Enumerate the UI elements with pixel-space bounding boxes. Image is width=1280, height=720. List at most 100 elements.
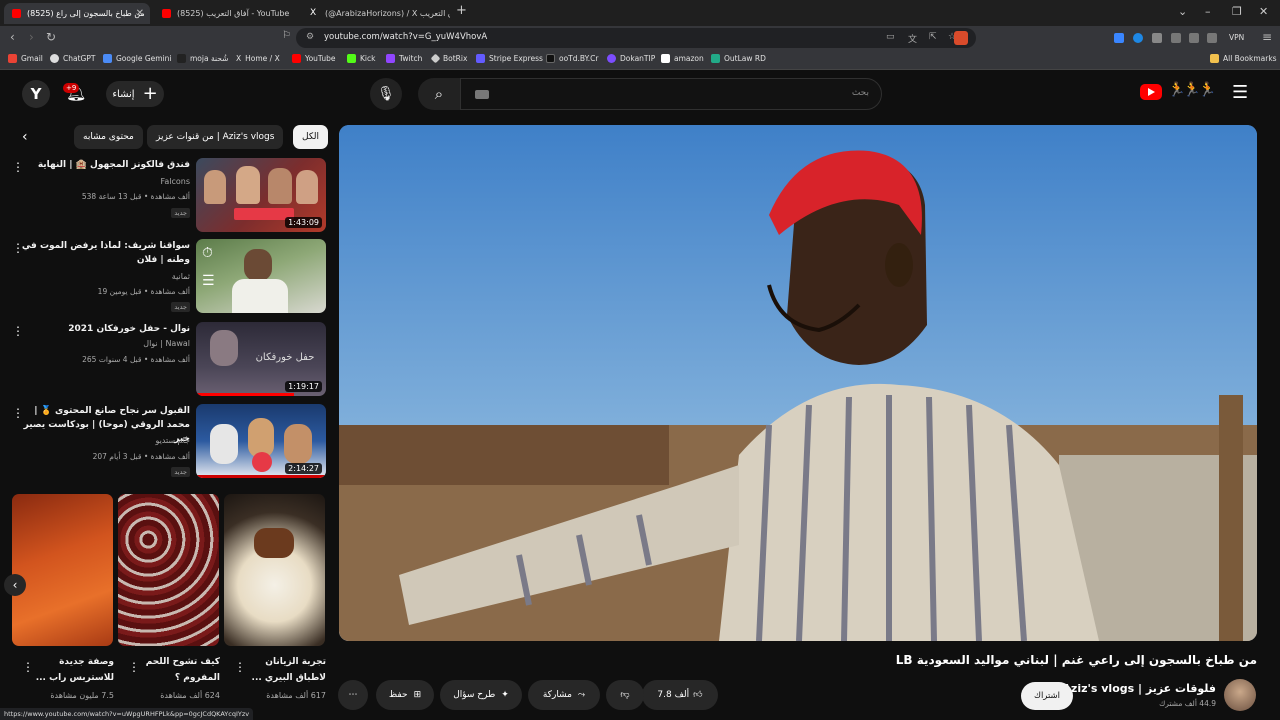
url-omnibox[interactable]: ⚙ youtube.com/watch?v=G_yuW4VhovA ▭ 文 ⇱ … [296,28,976,48]
youtube-favicon-icon [12,9,21,18]
botrix-icon [430,53,441,64]
translate-icon[interactable]: 文 [908,32,917,45]
bookmark-moja[interactable]: moja شُحنة [177,54,228,63]
bookmark-outlaw[interactable]: OutLaw RD [711,54,766,63]
chip-from-channel[interactable]: من قنوات عزيز | Aziz's vlogs [147,125,284,149]
bookmark-botrix[interactable]: BotRix [430,53,467,64]
url-text[interactable]: youtube.com/watch?v=G_yuW4VhovA [324,32,487,42]
extension-icon[interactable] [1133,33,1143,43]
dislike-button[interactable]: 👎︎ [606,680,644,710]
tab-search-icon[interactable]: ⌄ [1178,5,1187,18]
more-actions-icon[interactable]: ⋮ [12,160,24,174]
media-icon[interactable] [1171,33,1181,43]
guide-menu-icon[interactable]: ☰ [1232,82,1248,103]
bookmark-gemini[interactable]: Google Gemini [103,54,172,63]
forward-icon[interactable]: › [29,30,34,44]
channel-name[interactable]: نوال | Nawal [143,339,190,348]
extension-icon[interactable] [1114,33,1124,43]
bookmark-chatgpt[interactable]: ChatGPT [50,54,95,63]
more-actions-icon[interactable]: ⋮ [12,406,24,420]
video-meta: 19 ألف مشاهدة • قبل يومين [97,287,190,296]
more-actions-icon[interactable]: ⋮ [12,324,24,338]
video-thumbnail[interactable]: 2:14:27 [196,404,326,478]
all-bookmarks-button[interactable]: All Bookmarks [1210,54,1277,63]
reload-icon[interactable]: ↻ [46,30,56,44]
close-tab-icon[interactable]: ✕ [136,8,144,19]
account-avatar[interactable]: Y [22,80,50,108]
bookmark-dokantip[interactable]: DokanTIP [607,54,655,63]
video-thumbnail[interactable]: ⏱ ☰ [196,239,326,313]
save-button[interactable]: حفظ ⊞ [376,680,434,710]
new-tab-button[interactable]: + [456,3,467,18]
video-title[interactable]: سواقنا شريف: لماذا يرفض الموت في وطنه | … [20,239,190,267]
ask-button[interactable]: طرح سؤال ✦ [440,680,522,710]
more-actions-icon[interactable]: ⋮ [234,660,246,674]
video-player[interactable] [339,125,1257,641]
shorts-scroll-left-icon[interactable]: ‹ [4,574,26,596]
share-icon[interactable]: ⇱ [929,32,937,42]
bookmark-stripe[interactable]: Stripe Express [476,54,543,63]
short-thumbnail[interactable] [118,494,219,646]
keyboard-icon[interactable] [475,90,489,99]
channel-name[interactable]: Falcons [160,177,190,186]
youtube-doodle-icon[interactable]: 🏃🏃🏃 [1168,82,1216,98]
short-thumbnail[interactable] [224,494,325,646]
video-title[interactable]: فندق فالكونز المجهول 🏨 | النهاية [20,158,190,172]
brave-shield-icon[interactable] [954,31,968,45]
tab-arabiza-youtube[interactable]: (8525) آفاق التعريب - YouTube [154,3,300,24]
channel-name[interactable]: جام ستديو [155,436,190,445]
list-item[interactable]: 1:43:09 فندق فالكونز المجهول 🏨 | النهاية… [10,158,328,234]
more-actions-button[interactable]: ⋯ [338,680,368,710]
channel-avatar[interactable] [1224,679,1256,711]
chip-related[interactable]: محتوى مشابه [74,125,143,149]
channel-name[interactable]: ثمانية [172,272,190,281]
close-window-icon[interactable]: ✕ [1259,5,1268,18]
create-button[interactable]: إنشاء + [106,81,164,107]
video-thumbnail[interactable]: حفل خورفكان 1:19:17 [196,322,326,396]
list-item[interactable]: 2:14:27 القبول سر نجاح صانع المحتوى 🏅 | … [10,404,328,480]
wallet-icon[interactable] [1207,33,1217,43]
short-title[interactable]: تجربة الزيانان لاطباق البيري ... [236,654,326,686]
search-input[interactable]: بحث [460,78,882,110]
youtube-logo-icon[interactable] [1140,84,1162,100]
minimize-icon[interactable]: – [1205,5,1211,18]
more-actions-icon[interactable]: ⋮ [22,660,34,674]
maximize-icon[interactable]: ❐ [1232,5,1242,18]
add-to-queue-icon[interactable]: ☰ [202,273,215,289]
list-item[interactable]: ⏱ ☰ سواقنا شريف: لماذا يرفض الموت في وطن… [10,239,328,315]
tab-current-video[interactable]: (8525) من طباخ بالسجون إلى راع ✕ [4,3,150,24]
subscribe-button[interactable]: اشتراك [1021,682,1073,710]
chip-all[interactable]: الكل [293,125,329,149]
bookmark-x-home[interactable]: X Home / X [236,54,280,63]
browser-menu-icon[interactable]: ≡ [1262,30,1272,44]
like-button[interactable]: 7.8 ألف 👍︎ [657,690,702,700]
list-item[interactable]: حفل خورفكان 1:19:17 نوال - حفل خورفكان 2… [10,322,328,398]
short-title[interactable]: كيف تشوح اللحم المفروم ؟ [130,654,220,686]
more-actions-icon[interactable]: ⋮ [12,241,24,255]
bookmark-twitch[interactable]: Twitch [386,54,422,63]
video-title[interactable]: نوال - حفل خورفكان 2021 [20,322,190,336]
voice-search-mic-icon[interactable]: 🎙︎ [370,78,402,110]
bookmark-kick[interactable]: Kick [347,54,375,63]
vpn-button[interactable]: VPN [1229,33,1244,42]
bookmark-youtube[interactable]: YouTube [292,54,336,63]
site-info-icon[interactable]: ⚙ [306,32,314,42]
back-icon[interactable]: ‹ [10,30,15,44]
cast-icon[interactable]: ▭ [886,32,895,42]
bookmark-ootd[interactable]: ooTd.BY.Cr [546,54,598,63]
short-thumbnail[interactable] [12,494,113,646]
video-thumbnail[interactable]: 1:43:09 [196,158,326,232]
short-title[interactable]: وصفة جديدة للاستربس راب ... [24,654,114,686]
sidebar-icon[interactable] [1189,33,1199,43]
bookmark-star-icon[interactable]: ⚐ [282,30,291,41]
channel-name[interactable]: فلوقات عزيز | Aziz's vlogs [1062,682,1216,695]
chips-scroll-left-icon[interactable]: ‹ [22,129,28,145]
extensions-puzzle-icon[interactable] [1152,33,1162,43]
share-button[interactable]: مشاركة ⤳ [528,680,600,710]
tab-x-profile[interactable]: X (@ArabizaHorizons) / X آفاق التعريب [302,3,450,24]
search-button[interactable]: ⌕ [418,78,460,110]
bookmark-gmail[interactable]: Gmail [8,54,43,63]
bookmark-amazon[interactable]: amazon [661,54,704,63]
more-actions-icon[interactable]: ⋮ [128,660,140,674]
watch-later-icon[interactable]: ⏱ [202,245,213,261]
